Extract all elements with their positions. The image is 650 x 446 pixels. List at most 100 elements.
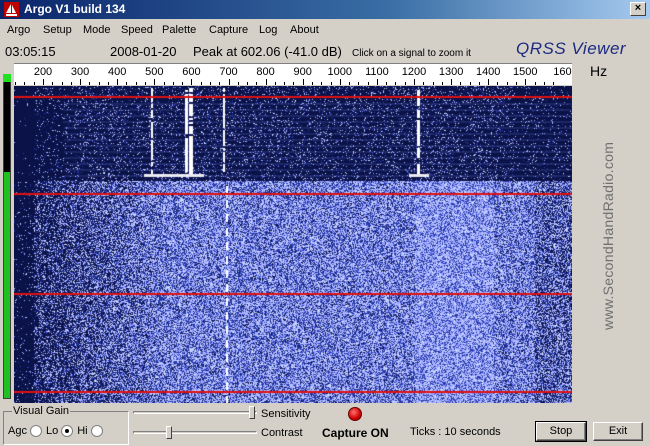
frequency-tick [191, 79, 193, 85]
frequency-tick-label: 1000 [327, 66, 353, 78]
gain-radio-row: Agc Lo Hi [8, 425, 107, 437]
frequency-tick-label: 1400 [475, 66, 501, 78]
frequency-tick [209, 82, 211, 85]
frequency-tick-label: 160 [553, 66, 572, 78]
frequency-tick-label: 1200 [401, 66, 427, 78]
menu-bar: Argo Setup Mode Speed Palette Capture Lo… [0, 21, 650, 40]
capture-status: Capture ON [322, 426, 389, 440]
frequency-tick-label: 700 [219, 66, 238, 78]
ticks-interval: Ticks : 10 seconds [410, 426, 501, 438]
exit-button[interactable]: Exit [593, 422, 643, 441]
menu-capture[interactable]: Capture [209, 24, 248, 36]
frequency-tick [386, 82, 388, 85]
frequency-tick [516, 82, 518, 85]
waterfall-display[interactable] [14, 86, 572, 403]
sensitivity-thumb[interactable] [249, 406, 255, 419]
menu-log[interactable]: Log [259, 24, 277, 36]
frequency-tick [61, 82, 63, 85]
frequency-tick [256, 82, 258, 85]
signal-level-meter [3, 74, 11, 399]
contrast-label: Contrast [261, 427, 303, 439]
frequency-tick [441, 82, 443, 85]
agc-label: Agc [8, 425, 27, 437]
frequency-tick [200, 82, 202, 85]
frequency-tick-label: 500 [145, 66, 164, 78]
frequency-tick [107, 82, 109, 85]
zoom-hint: Click on a signal to zoom it [352, 48, 471, 59]
hi-radio[interactable] [90, 425, 103, 437]
frequency-tick [154, 79, 156, 85]
peak-readout: Peak at 602.06 (-41.0 dB) [193, 44, 342, 59]
signal-level-indicator [3, 74, 11, 82]
frequency-tick [172, 82, 174, 85]
frequency-tick-label: 1300 [438, 66, 464, 78]
frequency-tick [367, 82, 369, 85]
frequency-tick [15, 82, 17, 85]
menu-mode[interactable]: Mode [83, 24, 111, 36]
frequency-tick [145, 82, 147, 85]
close-button[interactable]: × [630, 2, 646, 16]
frequency-tick [163, 82, 165, 85]
contrast-slider[interactable] [133, 426, 257, 439]
frequency-tick [228, 79, 230, 85]
menu-palette[interactable]: Palette [162, 24, 196, 36]
visual-gain-label: Visual Gain [12, 405, 71, 417]
frequency-tick-label: 600 [182, 66, 201, 78]
menu-setup[interactable]: Setup [43, 24, 72, 36]
frequency-tick [80, 79, 82, 85]
frequency-unit: Hz [590, 63, 608, 79]
frequency-tick [553, 82, 555, 85]
menu-about[interactable]: About [290, 24, 319, 36]
frequency-tick [89, 82, 91, 85]
frequency-tick [126, 82, 128, 85]
frequency-tick [182, 82, 184, 85]
frequency-tick [274, 82, 276, 85]
frequency-tick [506, 82, 508, 85]
capture-record-icon[interactable] [348, 407, 362, 421]
frequency-tick [52, 82, 54, 85]
frequency-tick [265, 79, 267, 85]
capture-date: 2008-01-20 [110, 44, 177, 59]
frequency-tick [70, 82, 72, 85]
contrast-thumb[interactable] [166, 426, 172, 439]
frequency-ruler[interactable]: 200 300 400 500 600 700 800 900 1000 1100 1200 1300… [14, 63, 572, 85]
frequency-tick [376, 79, 378, 85]
frequency-tick-label: 400 [108, 66, 127, 78]
frequency-tick [358, 82, 360, 85]
frequency-tick-label: 900 [293, 66, 312, 78]
frequency-tick [311, 82, 313, 85]
frequency-tick [451, 79, 453, 85]
frequency-tick-label: 800 [256, 66, 275, 78]
clock-time: 03:05:15 [5, 44, 56, 59]
menu-speed[interactable]: Speed [121, 24, 153, 36]
agc-radio[interactable] [29, 425, 42, 437]
lo-label: Lo [45, 425, 59, 437]
frequency-tick [117, 79, 119, 85]
lo-radio[interactable] [61, 425, 74, 437]
signal-level-fill [4, 171, 10, 398]
frequency-tick [404, 82, 406, 85]
frequency-tick [284, 82, 286, 85]
frequency-tick-label: 1500 [513, 66, 538, 78]
frequency-tick [497, 82, 499, 85]
menu-argo[interactable]: Argo [7, 24, 30, 36]
frequency-tick [135, 82, 137, 85]
frequency-tick [237, 82, 239, 85]
frequency-tick [534, 82, 536, 85]
sensitivity-track [133, 411, 257, 414]
frequency-tick [395, 82, 397, 85]
frequency-tick [247, 82, 249, 85]
frequency-tick [302, 79, 304, 85]
visual-gain-group: Visual Gain Agc Lo Hi [3, 405, 129, 445]
frequency-tick [423, 82, 425, 85]
frequency-tick [543, 82, 545, 85]
frequency-tick [24, 82, 26, 85]
watermark-text: www.SecondHandRadio.com [600, 141, 616, 330]
frequency-tick [525, 79, 527, 85]
sensitivity-label: Sensitivity [261, 408, 311, 420]
contrast-track [133, 431, 257, 434]
stop-button[interactable]: Stop [535, 421, 587, 442]
hi-label: Hi [77, 425, 88, 437]
sensitivity-slider[interactable] [133, 406, 257, 419]
frequency-tick [414, 79, 415, 85]
